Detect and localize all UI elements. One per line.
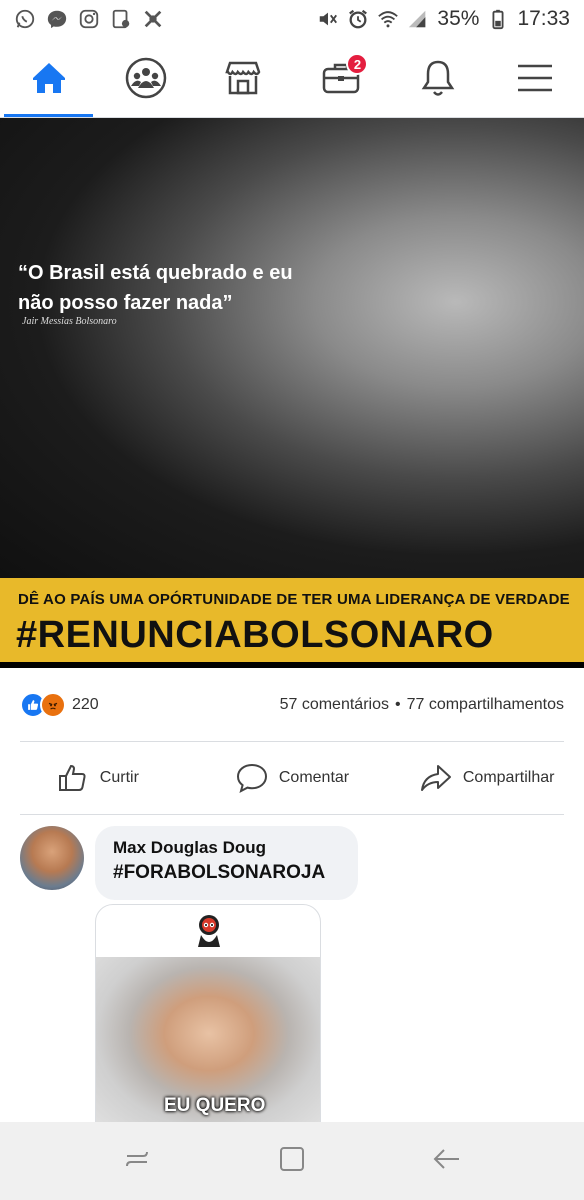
status-notification-icons <box>14 8 164 30</box>
reactions-count-group[interactable]: 220 <box>20 692 99 718</box>
bell-icon <box>421 60 455 96</box>
like-button[interactable]: Curtir <box>0 742 195 814</box>
battery-icon <box>487 8 509 30</box>
divider-bottom <box>20 814 564 815</box>
shares-count[interactable]: 77 compartilhamentos <box>407 696 564 714</box>
recents-icon <box>126 1151 149 1166</box>
wifi-icon <box>377 8 399 30</box>
status-system-icons: 35% 17:33 <box>317 7 570 31</box>
home-square-icon <box>279 1146 304 1171</box>
messenger-icon <box>46 8 68 30</box>
comment-sticker[interactable]: EU QUERO <box>95 904 321 1124</box>
comment-label: Comentar <box>278 769 350 786</box>
banner-bottom-edge <box>0 662 584 668</box>
alarm-icon <box>347 8 369 30</box>
comment-button[interactable]: Comentar <box>195 742 390 814</box>
signal-icon <box>407 8 429 30</box>
commenter-avatar[interactable] <box>20 826 84 890</box>
reaction-icons <box>20 692 66 718</box>
share-label: Compartilhar <box>462 769 555 786</box>
hamburger-menu-icon <box>518 64 553 91</box>
instagram-icon <box>78 8 100 30</box>
battery-percent: 35% <box>437 7 480 30</box>
facebook-tab-bar: 2 <box>0 38 584 118</box>
facebook-feed-screen: 35% 17:33 2 “O Brasil está quebrado e eu… <box>0 0 584 1200</box>
android-navigation-bar <box>0 1122 584 1200</box>
tab-notifications[interactable] <box>389 38 486 117</box>
tab-home[interactable] <box>0 38 97 117</box>
home-button[interactable] <box>276 1143 308 1180</box>
media-icon <box>110 8 132 30</box>
home-icon <box>32 62 65 93</box>
comment-text: #FORABOLSONAROJA <box>113 862 326 883</box>
post-actions: Curtir Comentar Compartilhar <box>0 742 584 814</box>
post-image[interactable]: “O Brasil está quebrado e eu não posso f… <box>0 118 584 668</box>
share-icon <box>420 765 451 791</box>
like-label: Curtir <box>99 769 139 786</box>
tab-groups[interactable] <box>97 38 194 117</box>
jobs-badge: 2 <box>346 53 369 75</box>
tab-marketplace[interactable] <box>195 38 292 117</box>
count-separator: • <box>394 696 401 713</box>
comments-count[interactable]: 57 comentários <box>280 696 389 714</box>
post-quote-author: Jair Messias Bolsonaro <box>22 316 117 327</box>
reaction-count: 220 <box>72 696 99 713</box>
reactions-summary: 220 57 comentários • 77 compartilhamento… <box>0 688 584 722</box>
comment-icon <box>236 763 267 793</box>
thumbs-up-icon <box>58 764 86 791</box>
tab-menu[interactable] <box>487 38 584 117</box>
recent-apps-button[interactable] <box>121 1143 153 1180</box>
clock-time: 17:33 <box>517 7 570 30</box>
devil-mascot-icon <box>198 915 220 947</box>
banner-subtitle: DÊ AO PAÍS UMA OPÓRTUNIDADE DE TER UMA L… <box>18 591 570 608</box>
sticker-caption: EU QUERO <box>164 1095 266 1116</box>
angry-reaction-icon <box>40 692 66 718</box>
status-bar: 35% 17:33 <box>0 0 584 38</box>
post-quote: “O Brasil está quebrado e eu não posso f… <box>18 262 293 314</box>
post-photo <box>0 118 584 578</box>
back-arrow-icon <box>433 1148 459 1169</box>
mute-icon <box>317 8 339 30</box>
marketplace-icon <box>225 61 261 94</box>
comment-bubble[interactable]: Max Douglas Doug #FORABOLSONAROJA <box>95 826 358 900</box>
tab-jobs[interactable]: 2 <box>292 38 389 117</box>
post-banner: DÊ AO PAÍS UMA OPÓRTUNIDADE DE TER UMA L… <box>0 578 584 662</box>
groups-icon <box>125 57 167 98</box>
engagement-counts: 57 comentários • 77 compartilhamentos <box>280 696 564 714</box>
back-button[interactable] <box>431 1143 463 1180</box>
whatsapp-icon <box>14 8 36 30</box>
share-button[interactable]: Compartilhar <box>389 742 584 814</box>
comment-author[interactable]: Max Douglas Doug <box>113 838 340 858</box>
banner-hashtag: #RENUNCIABOLSONARO <box>16 614 494 656</box>
app-icon <box>142 8 164 30</box>
